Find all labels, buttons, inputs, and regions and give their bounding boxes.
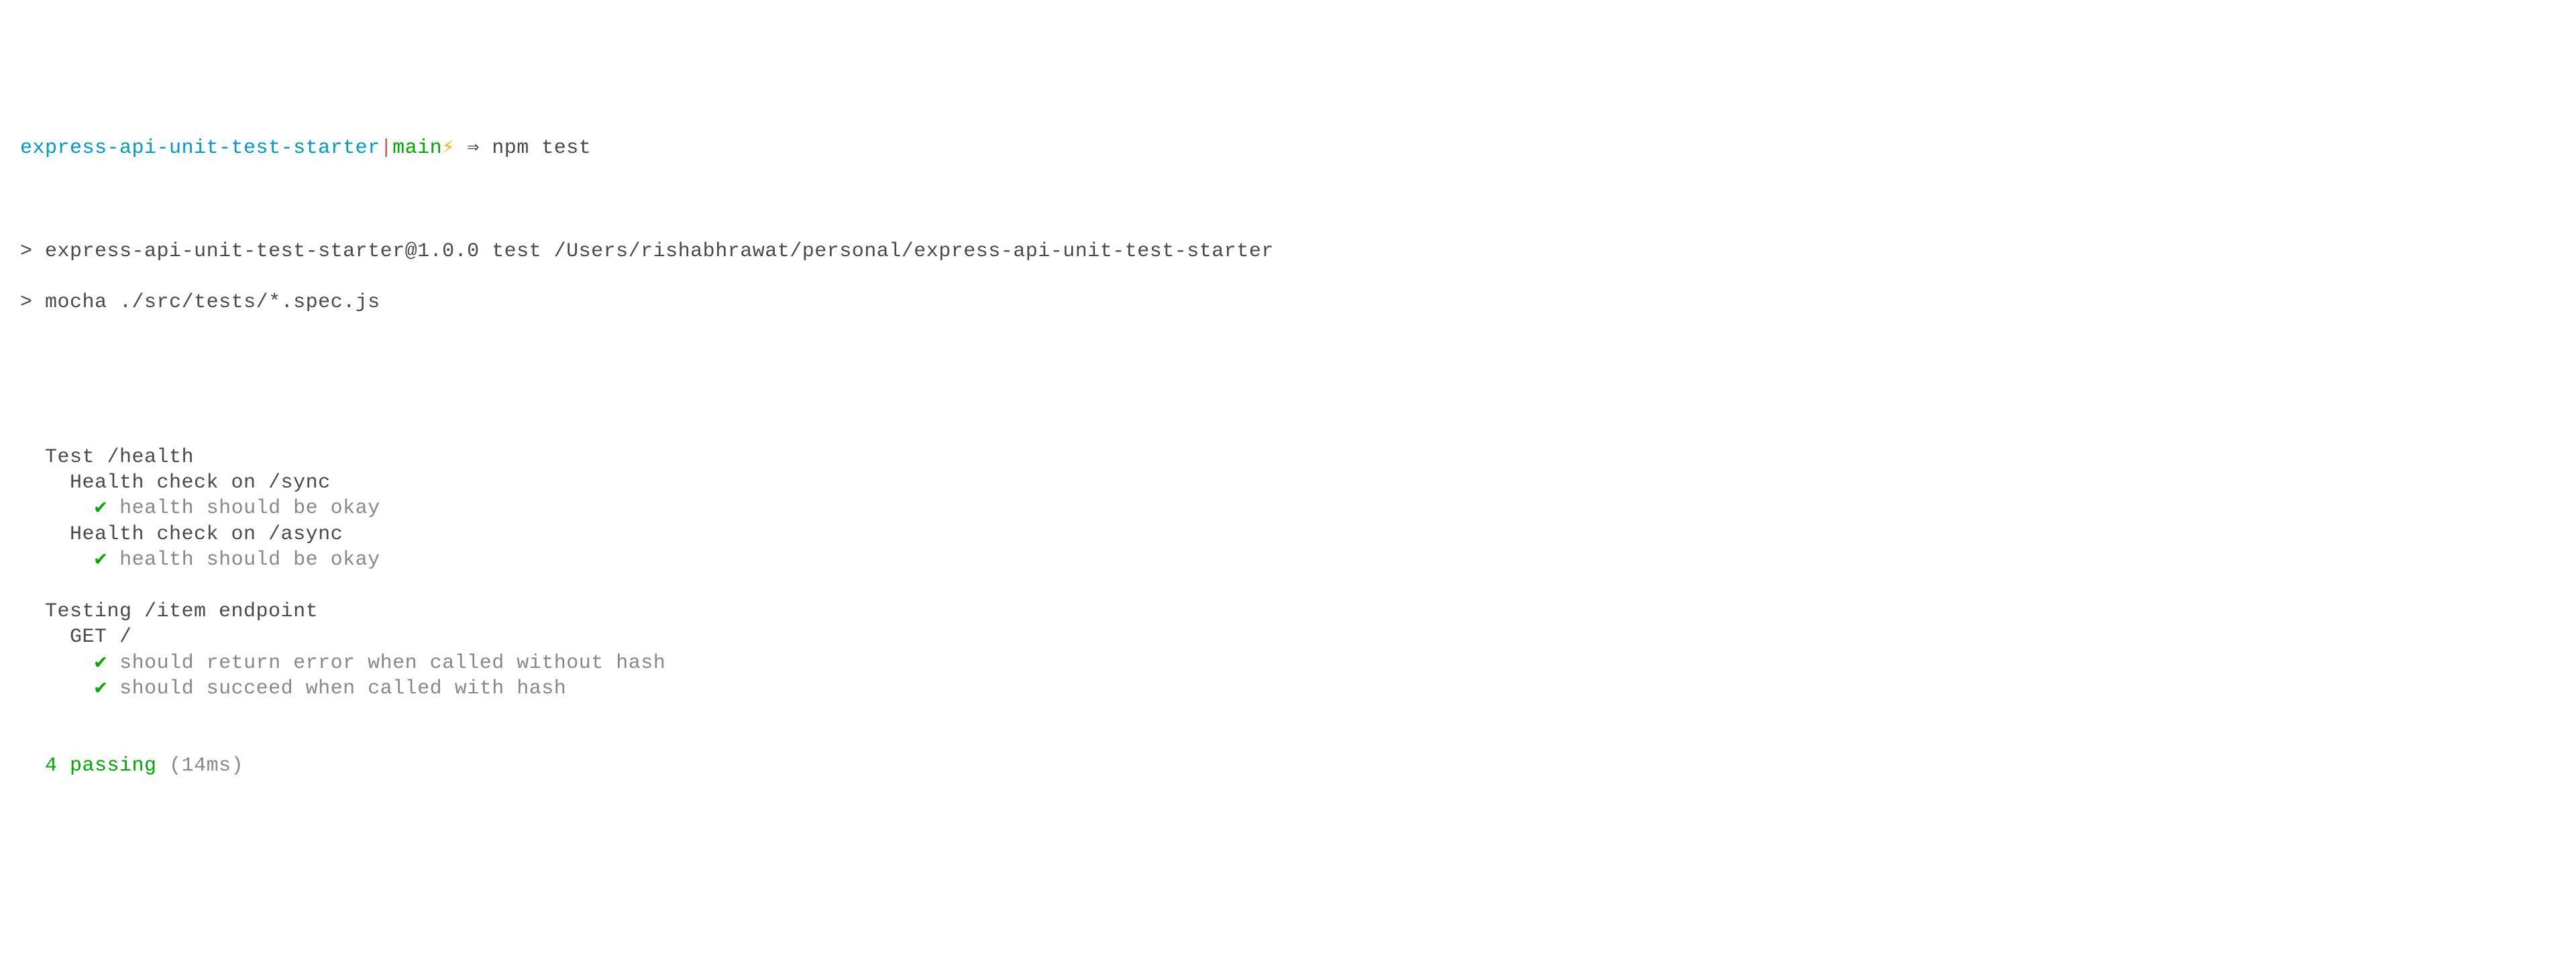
prompt-directory: express-api-unit-test-starter [20, 137, 380, 160]
bolt-icon: ⚡ [442, 137, 455, 160]
test-name: health should be okay [119, 549, 380, 571]
gt-prefix: > [20, 291, 33, 314]
npm-script-line: > mocha ./src/tests/*.spec.js [20, 290, 2556, 315]
suite-subtitle: GET / [20, 624, 2556, 650]
suite-title: Test /health [20, 445, 2556, 470]
test-result-line: ✔ should return error when called withou… [20, 650, 2556, 676]
gt-prefix: > [20, 240, 33, 263]
suite-subtitle: Health check on /sync [20, 470, 2556, 496]
npm-script-line: > express-api-unit-test-starter@1.0.0 te… [20, 239, 2556, 264]
summary-line: 4 passing (14ms) [20, 753, 2556, 779]
check-icon: ✔ [95, 652, 107, 675]
test-result-line: ✔ health should be okay [20, 496, 2556, 521]
suite-title: Testing /item endpoint [20, 599, 2556, 624]
npm-script-info: express-api-unit-test-starter@1.0.0 test… [45, 240, 1274, 263]
check-icon: ✔ [95, 677, 107, 700]
test-name: should succeed when called with hash [119, 677, 566, 700]
summary-time: (14ms) [169, 754, 244, 777]
suite-subtitle: Health check on /async [20, 522, 2556, 547]
blank-line [20, 573, 2556, 599]
test-result-line: ✔ health should be okay [20, 547, 2556, 573]
summary-passing: 4 passing [45, 754, 157, 777]
check-icon: ✔ [95, 549, 107, 571]
check-icon: ✔ [95, 497, 107, 520]
test-result-line: ✔ should succeed when called with hash [20, 676, 2556, 701]
blank-line [20, 341, 2556, 367]
blank-line [20, 728, 2556, 753]
command-text: npm test [492, 137, 591, 160]
prompt-arrow-icon: ⇒ [467, 137, 480, 160]
terminal-output: express-api-unit-test-starter|main⚡ ⇒ np… [20, 110, 2556, 805]
blank-line [20, 702, 2556, 728]
test-name: health should be okay [119, 497, 380, 520]
prompt-line: express-api-unit-test-starter|main⚡ ⇒ np… [20, 135, 2556, 161]
prompt-branch: main [392, 137, 442, 160]
test-name: should return error when called without … [119, 652, 665, 675]
mocha-results: Test /health Health check on /sync ✔ hea… [20, 445, 2556, 779]
blank-line [20, 393, 2556, 418]
prompt-separator: | [380, 137, 393, 160]
npm-script-cmd: mocha ./src/tests/*.spec.js [45, 291, 380, 314]
blank-line [20, 187, 2556, 213]
